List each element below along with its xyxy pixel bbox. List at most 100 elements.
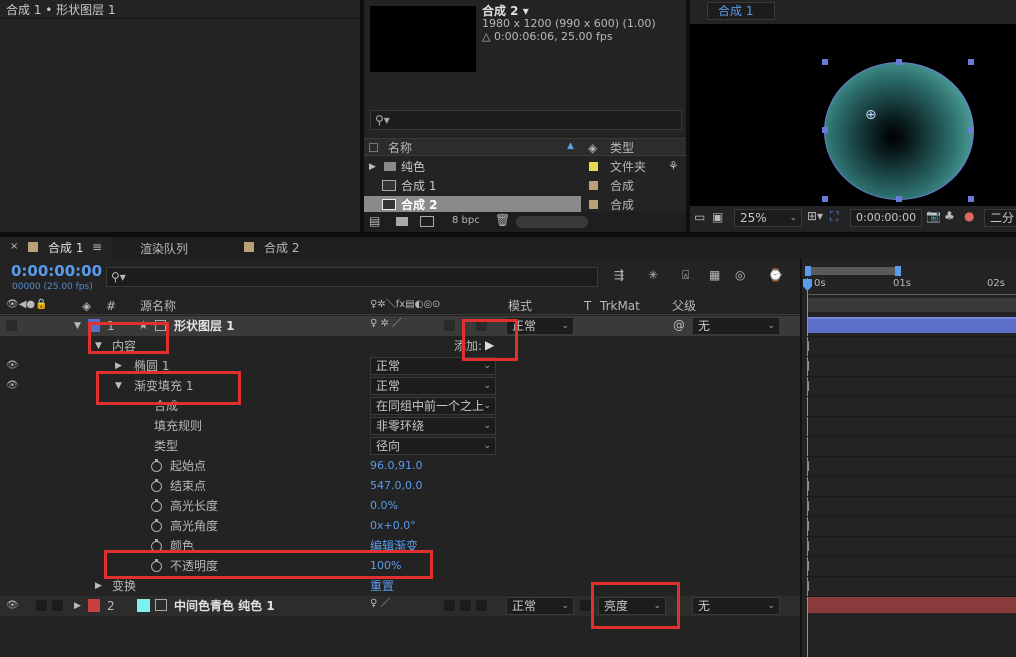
fill-rule-select[interactable]: 非零环绕 ⌄ [370,417,496,435]
switch-box[interactable] [444,320,455,331]
layer1-parent-select[interactable]: 无 ⌄ [692,317,780,335]
bpc-button[interactable]: 8 bpc [452,216,480,226]
monitor-icon[interactable]: ▭ [694,211,705,223]
pickwhip-icon[interactable]: @ [673,319,685,331]
gradient-circle[interactable] [824,62,974,200]
eye-icon[interactable]: 👁 [6,380,19,391]
time-ruler[interactable]: 0s 01s 02s [802,264,1016,314]
draft-3d-icon[interactable]: ✳ [648,269,658,281]
gradient-mode-select[interactable]: 正常 ⌄ [370,377,496,395]
stopwatch-icon[interactable] [151,559,162,572]
handle[interactable] [822,196,828,202]
gradient-fill-label[interactable]: 渐变填充 1 [134,380,193,392]
switch-box[interactable] [444,600,455,611]
tab-comp1[interactable]: × 合成 1 ≡ [0,237,112,259]
start-point-value[interactable]: 96.0,91.0 [370,460,422,471]
comp-name[interactable]: 合成 2 ▾ [482,5,529,17]
expand-arrow-icon[interactable]: ▶ [95,581,102,591]
handle[interactable] [896,196,902,202]
opacity-value[interactable]: 100% [370,560,401,571]
type-row[interactable]: 类型 径向 ⌄ [0,436,800,456]
viewer-tab[interactable]: 合成 1 [707,2,775,20]
eye-icon[interactable]: 👁 [6,360,19,371]
col-name[interactable]: 名称 [388,142,412,154]
fill-rule-row[interactable]: 填充规则 非零环绕 ⌄ [0,416,800,436]
viewer-canvas[interactable]: ⊕ [690,24,1016,206]
highlight-angle-row[interactable]: 高光角度 0x+0.0° [0,516,800,536]
reset-link[interactable]: 重置 [370,580,394,592]
layer-name[interactable]: 中间色青色 纯色 1 [174,600,275,612]
col-mode[interactable]: 模式 [508,300,532,312]
color-icon[interactable]: ● [964,210,974,222]
opacity-row[interactable]: 不透明度 100% [0,556,800,576]
resolution-select[interactable]: 二分 [984,209,1016,227]
ellipse-row[interactable]: 👁 ▶ 椭圆 1 正常 ⌄ [0,356,800,376]
snapshot-icon[interactable]: ▣ [712,211,723,223]
layer1-mode-select[interactable]: 正常 ⌄ [506,317,574,335]
label-color[interactable] [88,319,100,332]
switch-box[interactable] [476,320,487,331]
contents-row[interactable]: ▼ 内容 添加: ▶ [0,336,800,356]
label-color[interactable] [88,599,100,612]
motion-blur-icon[interactable]: ◎ [735,269,745,281]
handle[interactable] [968,59,974,65]
viewer-time[interactable]: 0:00:00:00 [850,209,922,227]
start-point-row[interactable]: 起始点 96.0,91.0 [0,456,800,476]
expand-arrow-icon[interactable]: ▼ [74,321,81,331]
trash-icon[interactable]: 🗑 [495,214,510,226]
menu-icon[interactable]: ≡ [92,241,102,253]
stopwatch-icon[interactable] [151,459,162,472]
layer2-mode-select[interactable]: 正常 ⌄ [506,597,574,615]
handle[interactable] [968,127,974,133]
gradient-fill-row[interactable]: 👁 ▼ 渐变填充 1 正常 ⌄ [0,376,800,396]
stopwatch-icon[interactable] [151,539,162,552]
eye-icon[interactable]: 👁 [6,600,19,611]
mask-icon[interactable]: ⛶ [830,210,838,222]
interpret-icon[interactable]: ▤ [369,215,380,227]
solo-box[interactable] [36,600,47,611]
end-point-value[interactable]: 547.0,0.0 [370,480,422,491]
layer1-duration-bar[interactable] [808,317,1016,333]
channel-icon[interactable]: ♣ [944,210,955,222]
new-folder-icon[interactable] [396,217,408,226]
handle[interactable] [822,59,828,65]
colors-row[interactable]: 颜色 编辑渐变 [0,536,800,556]
col-type[interactable]: 类型 [610,142,634,154]
tab-render-queue[interactable]: 渲染队列 [140,242,188,256]
switch-box[interactable] [460,600,471,611]
switch-box[interactable] [476,600,487,611]
layer-row-2[interactable]: 👁 ▶ 2 中间色青色 纯色 1 ♀ ／ 正常 ⌄ 亮度 ⌄ ) 无 ⌄ [0,596,800,616]
camera-icon[interactable]: 📷 [926,210,941,222]
layer-search-input[interactable]: ⚲▾ [106,267,598,287]
expand-arrow-icon[interactable]: ▶ [369,162,376,172]
grid-icon[interactable]: ⊞▾ [807,210,823,222]
close-icon[interactable]: × [10,242,18,252]
type-select[interactable]: 径向 ⌄ [370,437,496,455]
stopwatch-icon[interactable] [151,499,162,512]
col-trkmat[interactable]: TrkMat [600,300,640,312]
project-list-item[interactable]: 合成 1 合成 [364,177,686,196]
preserve-box[interactable] [580,600,591,611]
composite-row[interactable]: 合成 在同组中前一个之上 ⌄ [0,396,800,416]
layer2-duration-bar[interactable] [808,597,1016,613]
handle[interactable] [896,59,902,65]
stopwatch-icon[interactable] [151,479,162,492]
stopwatch-icon[interactable] [151,519,162,532]
solo-box[interactable] [6,320,17,331]
comp-flow-icon[interactable]: ⇶ [614,269,624,281]
handle[interactable] [968,196,974,202]
layer-name[interactable]: 形状图层 1 [174,320,235,332]
edit-gradient-link[interactable]: 编辑渐变 [370,540,418,552]
ellipse-label[interactable]: 椭圆 1 [134,360,169,372]
new-comp-icon[interactable] [420,216,434,227]
work-area-bar[interactable] [807,267,897,275]
layer2-parent-select[interactable]: 无 ⌄ [692,597,780,615]
frame-blend-icon[interactable]: ▦ [709,269,720,281]
highlight-length-row[interactable]: 高光长度 0.0% [0,496,800,516]
scrollbar[interactable] [516,216,588,228]
trkmat-select[interactable]: 亮度 ⌄ [598,597,666,615]
highlight-length-value[interactable]: 0.0% [370,500,398,511]
col-source-name[interactable]: 源名称 [140,300,176,312]
graph-editor-icon[interactable]: ⌚ [768,269,783,281]
current-time[interactable]: 0:00:00:00 [11,264,102,279]
